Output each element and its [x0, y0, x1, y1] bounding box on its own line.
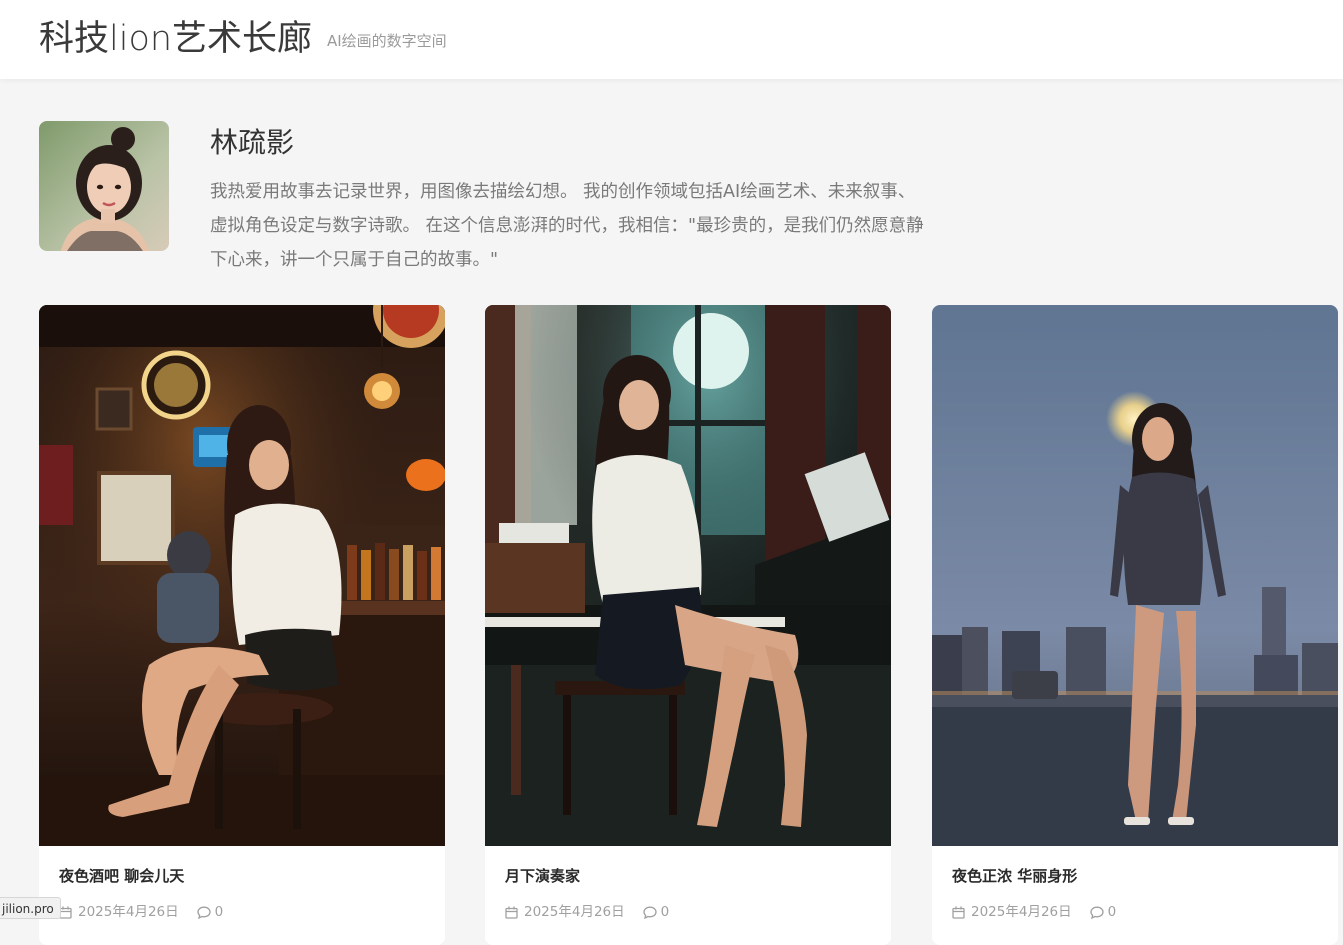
comment-count: 0 [1107, 904, 1117, 920]
post-thumbnail-rooftop[interactable] [932, 305, 1338, 846]
calendar-icon [505, 906, 518, 919]
post-title[interactable]: 夜色正浓 华丽身形 [952, 866, 1077, 886]
post-thumbnail-piano[interactable] [485, 305, 891, 846]
post-date: 2025年4月26日 [971, 904, 1072, 920]
post-meta: 2025年4月26日 0 [505, 903, 669, 921]
calendar-icon [59, 906, 72, 919]
status-bar-url: jilion.pro [0, 897, 61, 919]
profile-bio: 我热爱用故事去记录世界，用图像去描绘幻想。 我的创作领域包括AI绘画艺术、未来叙… [210, 182, 924, 270]
comment-count: 0 [660, 904, 670, 920]
post-title[interactable]: 月下演奏家 [505, 866, 580, 886]
profile-name: 林疏影 [210, 126, 295, 159]
post-card[interactable]: 夜色酒吧 聊会儿天 2025年4月26日 0 [39, 305, 445, 945]
comment-icon [642, 906, 657, 919]
comment-count: 0 [214, 904, 224, 920]
post-card[interactable]: 月下演奏家 2025年4月26日 0 [485, 305, 891, 945]
comment-icon [1089, 906, 1104, 919]
post-comments-link[interactable]: 0 [196, 903, 224, 921]
site-title-link[interactable]: 科技lion艺术长廊 [39, 16, 312, 62]
post-thumbnail-bar[interactable] [39, 305, 445, 846]
post-meta: 2025年4月26日 0 [59, 903, 223, 921]
site-header: 科技lion艺术长廊 AI绘画的数字空间 [0, 0, 1343, 79]
calendar-icon [952, 906, 965, 919]
post-comments-link[interactable]: 0 [642, 903, 670, 921]
post-title[interactable]: 夜色酒吧 聊会儿天 [59, 866, 184, 886]
post-date: 2025年4月26日 [524, 904, 625, 920]
post-comments-link[interactable]: 0 [1089, 903, 1117, 921]
comment-icon [196, 906, 211, 919]
post-date: 2025年4月26日 [78, 904, 179, 920]
site-tagline: AI绘画的数字空间 [327, 32, 447, 50]
post-meta: 2025年4月26日 0 [952, 903, 1116, 921]
post-card[interactable]: 夜色正浓 华丽身形 2025年4月26日 0 [932, 305, 1338, 945]
avatar [39, 121, 169, 251]
